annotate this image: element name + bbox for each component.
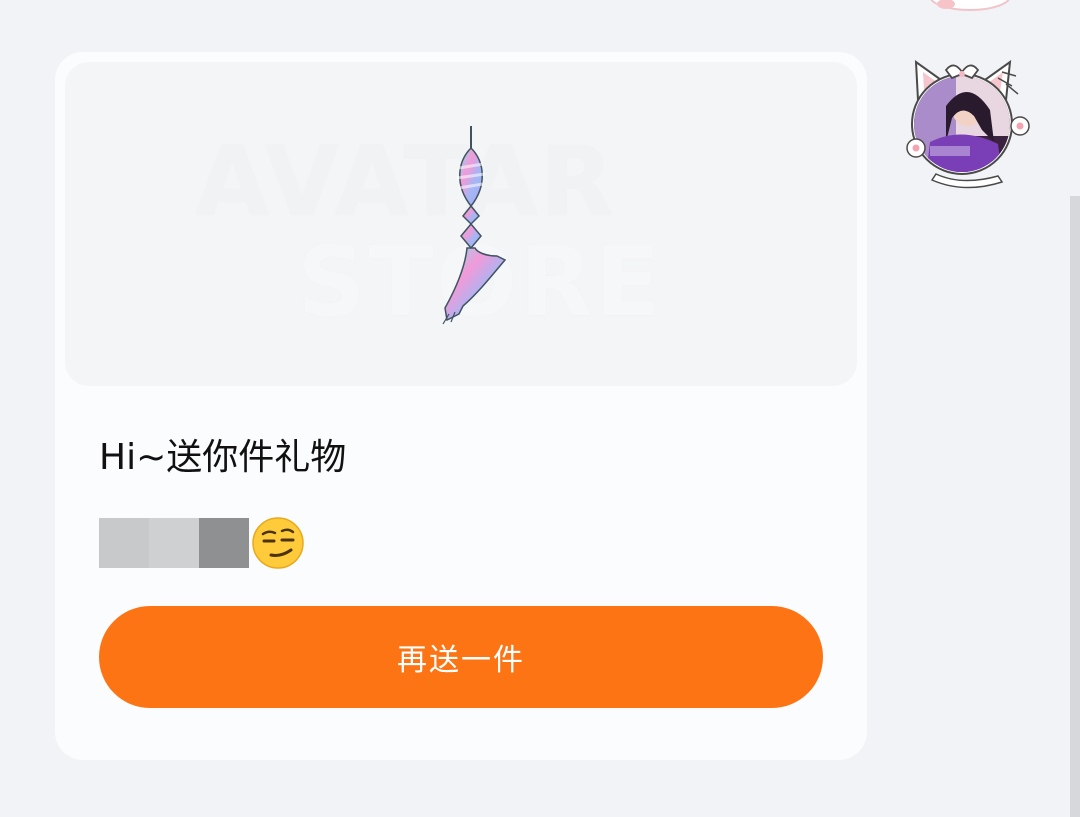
censored-sender-name [99,518,249,568]
gift-preview: AVATAR STORE [65,62,857,386]
user-avatar[interactable] [902,52,1034,190]
gift-greeting-text: Hi~送你件礼物 [99,437,347,478]
previous-message-avatar-fragment [918,0,1014,16]
watermark-avatar: AVATAR [195,126,616,238]
tassel-pendant-icon [442,126,507,325]
send-another-button[interactable]: 再送一件 [99,606,823,708]
scrollbar[interactable] [1070,196,1080,817]
smirking-face-emoji [252,517,304,569]
gift-message-card: AVATAR STORE Hi~送你件礼物 [55,52,867,760]
sender-row [99,516,305,570]
